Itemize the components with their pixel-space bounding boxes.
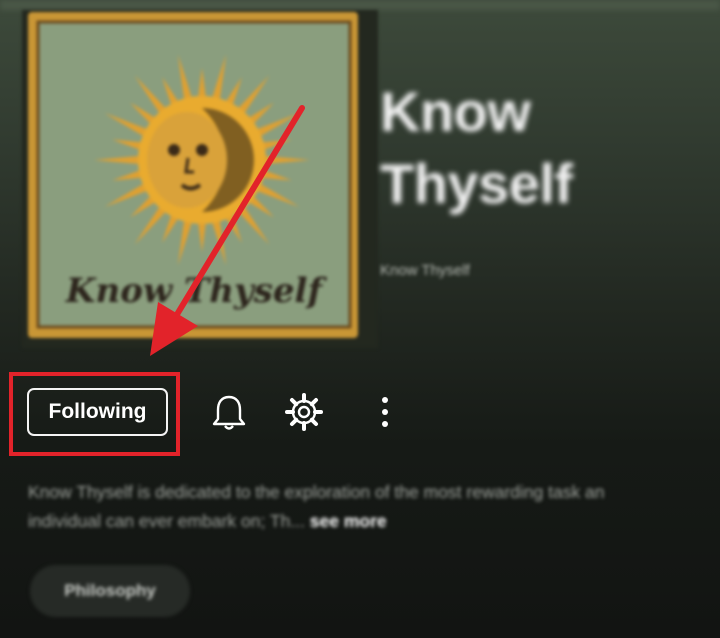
highlight-box	[9, 372, 180, 456]
more-options-button[interactable]	[365, 392, 405, 432]
cover-art-image: Know Thyself	[22, 10, 378, 348]
podcast-description: Know Thyself is dedicated to the explora…	[28, 478, 648, 536]
tag-chip-philosophy[interactable]: Philosophy	[30, 565, 190, 617]
podcast-cover-art: Know Thyself	[22, 10, 378, 348]
podcast-author: Know Thyself	[380, 262, 470, 279]
more-vertical-icon	[382, 397, 388, 427]
bell-icon	[212, 395, 246, 430]
settings-button[interactable]	[284, 392, 324, 432]
gear-icon	[285, 393, 323, 431]
cover-art-lettering: Know Thyself	[65, 271, 328, 311]
see-more-link[interactable]: see more	[310, 507, 387, 536]
podcast-title: Know Thyself	[380, 80, 573, 215]
notification-button[interactable]	[209, 392, 249, 432]
action-bar: Following	[0, 366, 720, 462]
header-backdrop	[0, 0, 720, 10]
